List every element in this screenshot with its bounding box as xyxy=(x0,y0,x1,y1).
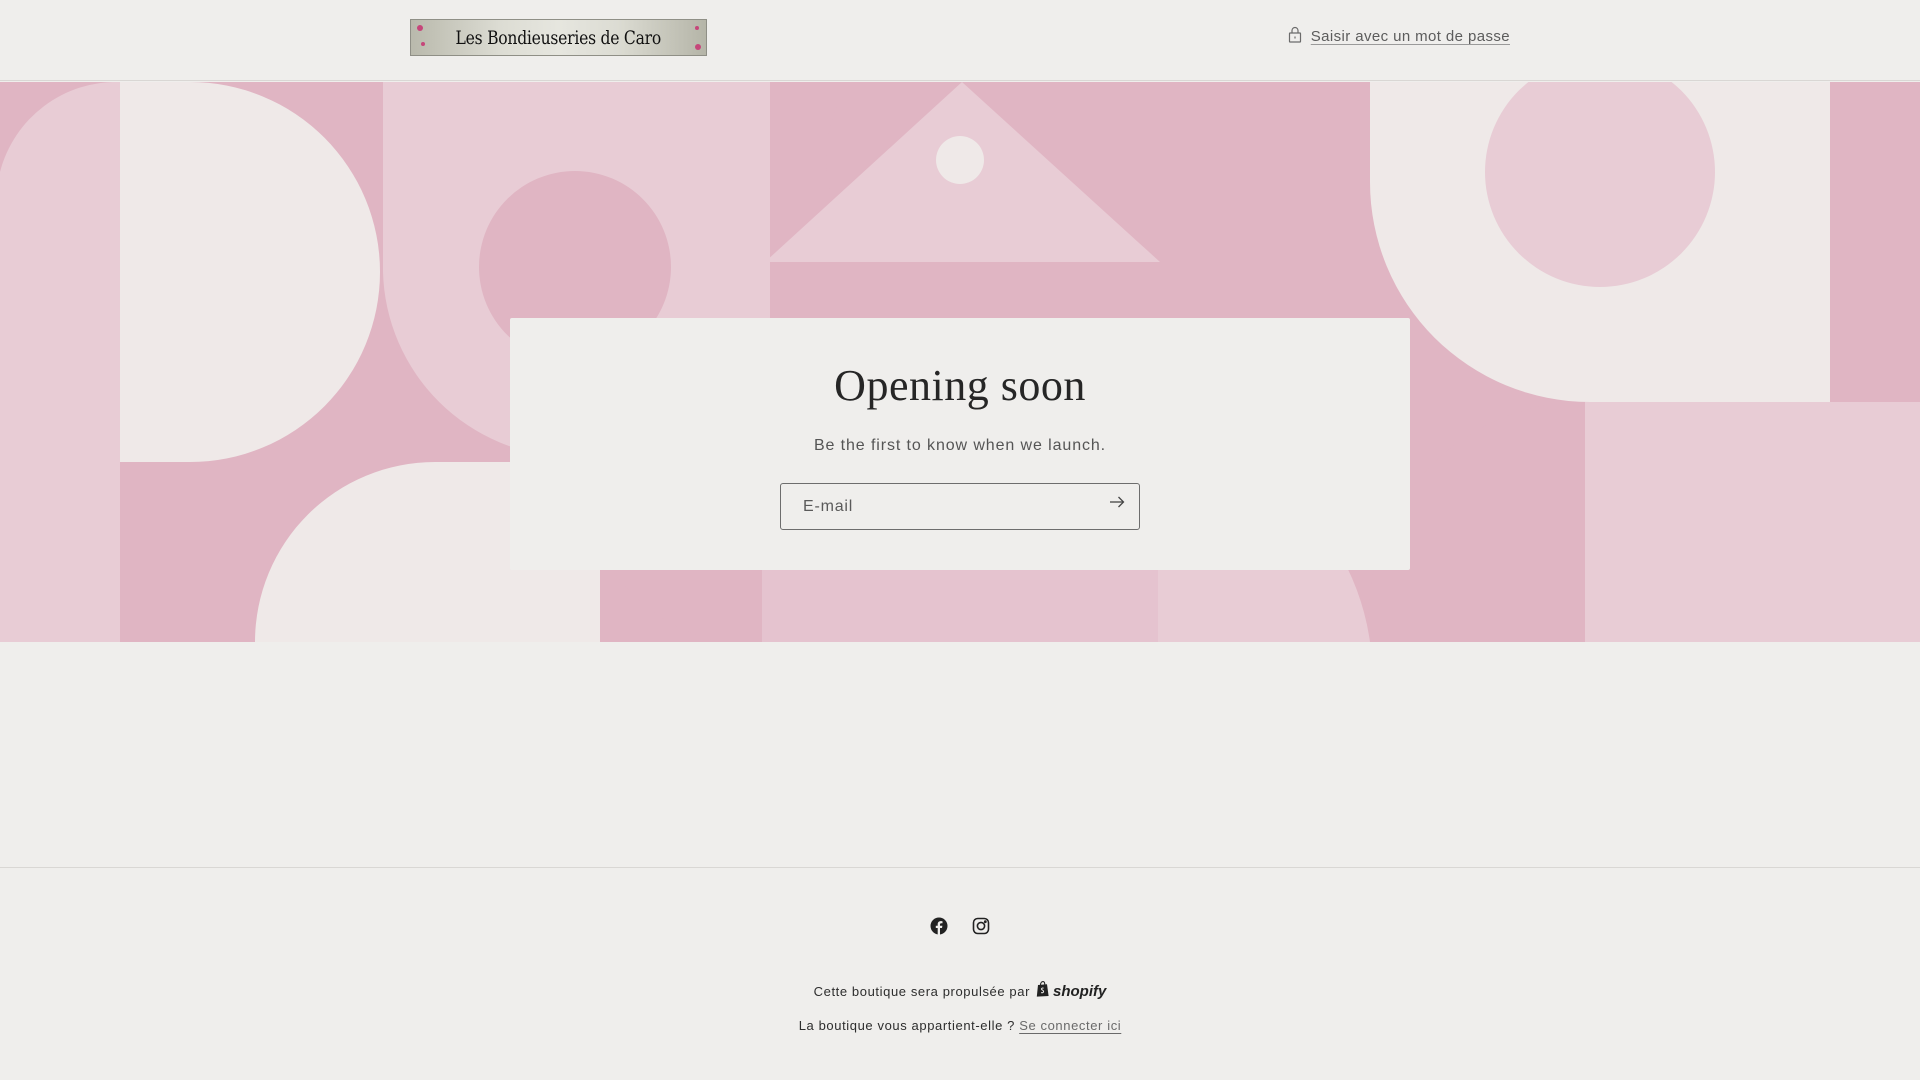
login-link[interactable]: Se connecter ici xyxy=(1019,1018,1121,1033)
powered-by-text: Cette boutique sera propulsée par xyxy=(813,983,1031,999)
footer-divider xyxy=(0,867,1920,868)
hero-banner: Opening soon Be the first to know when w… xyxy=(0,82,1920,642)
shopify-bag-icon xyxy=(1036,981,1050,1001)
facebook-icon xyxy=(930,917,948,940)
social-links xyxy=(0,917,1920,940)
subscribe-button[interactable] xyxy=(1109,496,1131,518)
email-input[interactable] xyxy=(801,484,1091,529)
page-subtitle: Be the first to know when we launch. xyxy=(813,437,1107,454)
logo-text: Les Bondieuseries de Caro xyxy=(455,26,662,49)
shopify-logo[interactable]: shopify xyxy=(1036,981,1106,1001)
shopify-wordmark: shopify xyxy=(1053,982,1107,1000)
logo-flower-decoration xyxy=(695,44,701,50)
site-header: Les Bondieuseries de Caro Saisir avec un… xyxy=(0,0,1920,81)
logo-flower-decoration xyxy=(417,25,423,31)
powered-by: Cette boutique sera propulsée par shopif… xyxy=(0,981,1920,1001)
owner-question: La boutique vous appartient-elle ? xyxy=(798,1018,1015,1033)
store-logo[interactable]: Les Bondieuseries de Caro xyxy=(410,19,707,56)
facebook-link[interactable] xyxy=(929,917,949,940)
email-field-wrapper xyxy=(780,483,1140,530)
lock-icon xyxy=(1288,26,1302,47)
page-title: Opening soon xyxy=(834,361,1086,410)
enter-password-link[interactable]: Saisir avec un mot de passe xyxy=(1288,26,1510,47)
owner-login: La boutique vous appartient-elle ? Se co… xyxy=(0,1018,1920,1033)
instagram-icon xyxy=(972,917,990,940)
logo-flower-decoration xyxy=(695,26,699,30)
logo-flower-decoration xyxy=(421,42,425,46)
instagram-link[interactable] xyxy=(971,917,991,940)
enter-password-label: Saisir avec un mot de passe xyxy=(1310,28,1510,45)
newsletter-card: Opening soon Be the first to know when w… xyxy=(510,318,1410,570)
